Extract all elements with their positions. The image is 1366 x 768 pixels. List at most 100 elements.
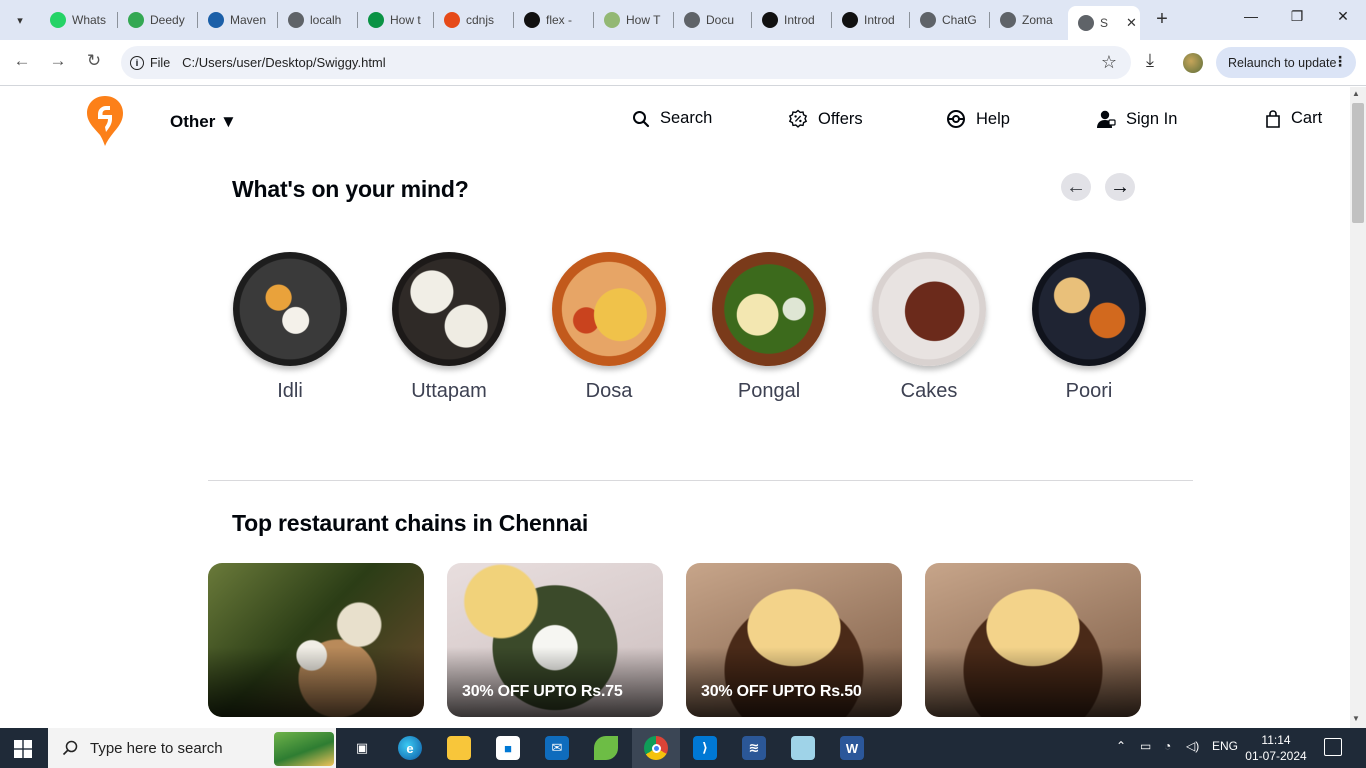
- download-icon[interactable]: ⤓: [1146, 50, 1154, 71]
- globe-icon: [1000, 12, 1016, 28]
- nav-cart[interactable]: Cart: [1265, 109, 1322, 128]
- vscode-icon[interactable]: ⟩: [693, 736, 717, 760]
- nav-signin[interactable]: Sign In: [1096, 109, 1177, 129]
- tab-title: How t: [390, 13, 421, 27]
- spring-tool-icon[interactable]: [594, 736, 618, 760]
- deedy-icon: [128, 12, 144, 28]
- mail-icon[interactable]: ✉: [545, 736, 569, 760]
- dish-label: Cakes: [900, 380, 958, 402]
- taskbar-search-box[interactable]: Type here to search: [48, 728, 336, 768]
- relaunch-button[interactable]: Relaunch to update ⋮: [1216, 47, 1356, 78]
- tab-title: ChatG: [942, 13, 977, 27]
- mind-item[interactable]: Uttapam: [392, 252, 506, 403]
- nav-offers-label: Offers: [818, 109, 863, 128]
- tab-title: Docu: [706, 13, 735, 27]
- restaurant-card[interactable]: [208, 563, 424, 717]
- browser-tab[interactable]: S ✕: [1068, 6, 1140, 40]
- browser-tab[interactable]: flex -: [514, 6, 594, 34]
- clock-time: 11:14: [1261, 733, 1291, 747]
- openai-icon: [842, 12, 858, 28]
- menu-dots-icon[interactable]: ⋮: [1333, 53, 1347, 70]
- info-icon[interactable]: i: [130, 55, 144, 70]
- nav-help[interactable]: Help: [946, 109, 1010, 129]
- browser-tab[interactable]: How T: [594, 6, 674, 34]
- browser-tab[interactable]: Deedy: [118, 6, 198, 34]
- browser-tab[interactable]: How t: [358, 6, 434, 34]
- dish-image: [872, 252, 986, 366]
- browser-tab[interactable]: Zoma: [990, 6, 1068, 34]
- mind-item[interactable]: Cakes: [872, 252, 986, 403]
- browser-tab[interactable]: Maven: [198, 6, 278, 34]
- tab-title: Zoma: [1022, 13, 1053, 27]
- battery-icon[interactable]: ▭: [1140, 739, 1151, 753]
- forward-icon[interactable]: →: [46, 51, 70, 75]
- reload-icon[interactable]: ↻: [82, 51, 106, 75]
- browser-tab[interactable]: ChatG: [910, 6, 990, 34]
- restaurant-card[interactable]: 30% OFF UPTO Rs.50: [686, 563, 902, 717]
- volume-icon[interactable]: ◁): [1186, 739, 1199, 753]
- swiggy-page: Other ▼ Search Offers Help Sign In Cart …: [0, 87, 1350, 728]
- browser-tab[interactable]: cdnjs: [434, 6, 514, 34]
- browser-tab[interactable]: Introd: [752, 6, 832, 34]
- mind-item[interactable]: Dosa: [552, 252, 666, 403]
- edge-icon[interactable]: e: [398, 736, 422, 760]
- tab-title: Introd: [864, 13, 895, 27]
- file-explorer-icon[interactable]: [447, 736, 471, 760]
- word-icon[interactable]: W: [840, 736, 864, 760]
- swiggy-logo-icon[interactable]: [86, 95, 124, 147]
- freecodecamp-icon: [368, 12, 384, 28]
- dish-image: [1032, 252, 1146, 366]
- url-text[interactable]: C:/Users/user/Desktop/Swiggy.html: [182, 55, 386, 70]
- chrome-icon[interactable]: [644, 736, 668, 760]
- bookmark-star-icon[interactable]: ☆: [1101, 52, 1117, 73]
- notifications-icon[interactable]: [1324, 738, 1342, 756]
- carousel-prev-button[interactable]: ←: [1061, 173, 1091, 201]
- dish-image: [552, 252, 666, 366]
- microsoft-store-icon[interactable]: ■: [496, 736, 520, 760]
- wifi-icon[interactable]: ◔: [1164, 739, 1171, 753]
- browser-tab[interactable]: Whats: [40, 6, 118, 34]
- nav-offers[interactable]: Offers: [788, 109, 863, 129]
- windows-start-icon[interactable]: [14, 740, 32, 758]
- restaurant-card[interactable]: 30% OFF UPTO Rs.75: [447, 563, 663, 717]
- close-tab-icon[interactable]: ✕: [1126, 15, 1137, 31]
- task-view-icon[interactable]: ▣: [350, 736, 374, 760]
- tab-search-icon[interactable]: ▾: [8, 8, 32, 32]
- restore-icon[interactable]: ❐: [1274, 8, 1320, 32]
- tab-title: Deedy: [150, 13, 185, 27]
- offer-label: 30% OFF UPTO Rs.75: [462, 683, 623, 700]
- clock-date: 01-07-2024: [1245, 749, 1307, 763]
- nav-search[interactable]: Search: [632, 109, 712, 128]
- mind-item[interactable]: Pongal: [712, 252, 826, 403]
- scroll-thumb[interactable]: [1352, 103, 1364, 223]
- back-icon[interactable]: ←: [10, 51, 34, 75]
- minimize-icon[interactable]: —: [1228, 8, 1274, 32]
- clock[interactable]: 11:14 01-07-2024: [1244, 732, 1308, 764]
- new-tab-button[interactable]: +: [1150, 8, 1174, 31]
- maven-icon: [208, 12, 224, 28]
- location-selector[interactable]: Other ▼: [170, 112, 237, 132]
- language-indicator[interactable]: ENG: [1212, 739, 1238, 753]
- tab-title: How T: [626, 13, 661, 27]
- browser-tab[interactable]: Docu: [674, 6, 752, 34]
- address-bar[interactable]: i File C:/Users/user/Desktop/Swiggy.html…: [121, 46, 1131, 79]
- openai-icon: [762, 12, 778, 28]
- scroll-down-icon[interactable]: ▼: [1352, 714, 1360, 723]
- notes-icon[interactable]: [791, 736, 815, 760]
- nav-help-label: Help: [976, 109, 1010, 128]
- browser-tab[interactable]: Introd: [832, 6, 910, 34]
- mind-item[interactable]: Idli: [233, 252, 347, 403]
- search-icon: [62, 740, 78, 756]
- tray-chevron-icon[interactable]: ⌃: [1116, 739, 1126, 753]
- close-window-icon[interactable]: ✕: [1320, 8, 1366, 32]
- restaurant-card[interactable]: [925, 563, 1141, 717]
- browser-tab[interactable]: localh: [278, 6, 358, 34]
- carousel-next-button[interactable]: →: [1105, 173, 1135, 201]
- scroll-up-icon[interactable]: ▲: [1352, 89, 1360, 98]
- search-icon: [633, 110, 650, 127]
- mind-item[interactable]: Poori: [1032, 252, 1146, 403]
- profile-avatar[interactable]: [1183, 53, 1203, 73]
- section-divider: [208, 480, 1193, 481]
- chatgpt-icon: [920, 12, 936, 28]
- sql-icon[interactable]: ≋: [742, 736, 766, 760]
